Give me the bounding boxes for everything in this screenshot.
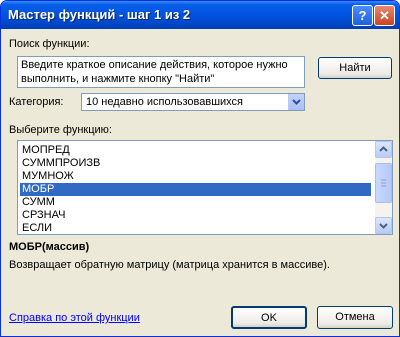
function-description: Возвращает обратную матрицу (матрица хра… xyxy=(9,259,330,271)
ok-button[interactable]: OK xyxy=(231,306,307,329)
search-input-line-1: Введите краткое описание действия, котор… xyxy=(21,59,288,71)
vertical-scrollbar[interactable] xyxy=(375,141,392,234)
function-help-link[interactable]: Справка по этой функции xyxy=(9,312,140,324)
functions-label: Выберите функцию: xyxy=(9,124,112,136)
category-label: Категория: xyxy=(9,96,64,108)
search-label: Поиск функции: xyxy=(9,38,90,50)
category-select[interactable]: 10 недавно использовавшихся xyxy=(81,93,305,111)
function-signature: МОБР(массив) xyxy=(9,241,90,253)
title-bar[interactable]: Мастер функций - шаг 1 из 2 ? ✕ xyxy=(1,1,399,29)
chevron-down-icon[interactable] xyxy=(288,94,304,110)
chevron-down-icon xyxy=(379,223,388,229)
function-list-item[interactable]: СУММ xyxy=(20,196,371,209)
function-list-item[interactable]: МОПРЕД xyxy=(20,144,371,157)
chevron-up-icon xyxy=(379,146,388,152)
scroll-down-button[interactable] xyxy=(375,217,392,234)
function-list-item[interactable]: МУМНОЖ xyxy=(20,170,371,183)
function-list-item[interactable]: СУММПРОИЗВ xyxy=(20,157,371,170)
scroll-thumb[interactable] xyxy=(375,163,392,203)
function-wizard-dialog: Мастер функций - шаг 1 из 2 ? ✕ Поиск фу… xyxy=(0,0,400,337)
find-button[interactable]: Найти xyxy=(318,57,392,79)
function-list[interactable]: МОПРЕД СУММПРОИЗВ МУМНОЖ МОБР СУММ СРЗНАЧ ЕСЛИ xyxy=(17,140,393,235)
window-title: Мастер функций - шаг 1 из 2 xyxy=(8,7,191,22)
search-input-line-2: выполнить, и нажмите кнопку "Найти" xyxy=(21,73,215,85)
function-list-item[interactable]: ЕСЛИ xyxy=(20,222,371,234)
category-value: 10 недавно использовавшихся xyxy=(86,96,244,108)
function-list-item[interactable]: СРЗНАЧ xyxy=(20,209,371,222)
scroll-up-button[interactable] xyxy=(375,141,392,158)
cancel-button[interactable]: Отмена xyxy=(317,306,393,329)
grip-icon xyxy=(381,179,386,187)
search-input[interactable]: Введите краткое описание действия, котор… xyxy=(17,56,305,88)
close-button[interactable]: ✕ xyxy=(374,5,395,26)
help-button[interactable]: ? xyxy=(352,5,373,26)
search-label-text: Поиск функции: xyxy=(9,38,90,50)
function-list-item[interactable]: МОБР xyxy=(20,183,371,196)
